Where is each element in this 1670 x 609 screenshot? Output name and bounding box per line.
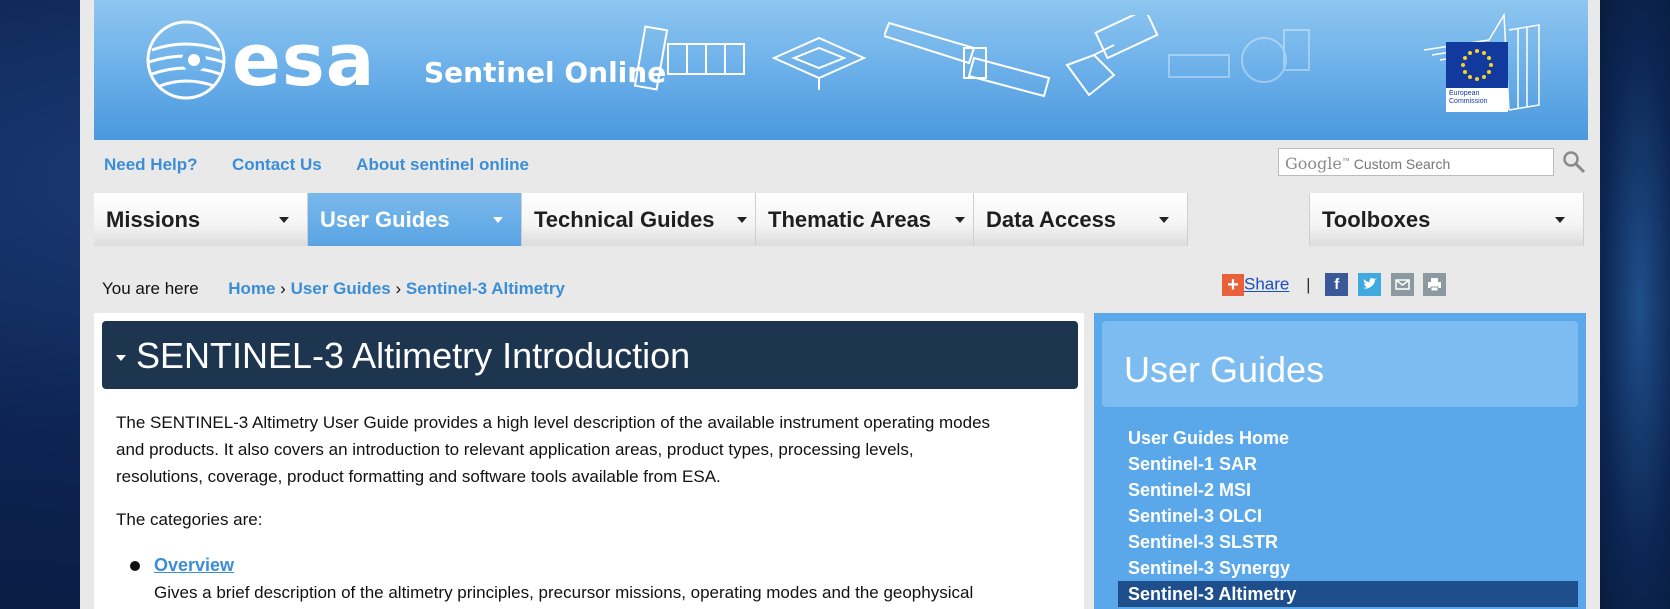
share-link[interactable]: Share [1244, 275, 1289, 294]
site-banner: esa Sentinel Online European Commission [94, 0, 1588, 140]
search-placeholder: Custom Search [1353, 156, 1451, 172]
nav-thematic-areas-label: Thematic Areas [768, 207, 932, 232]
breadcrumb-user-guides[interactable]: User Guides [291, 279, 391, 298]
nav-thematic-areas[interactable]: Thematic Areas [756, 193, 974, 246]
sidebar-item-sentinel-3-slstr[interactable]: Sentinel-3 SLSTR [1118, 529, 1578, 555]
facebook-icon[interactable]: f [1325, 273, 1349, 296]
satellite-icon [771, 36, 867, 90]
esa-logo-text[interactable]: esa [232, 18, 375, 102]
chevron-down-icon [279, 217, 289, 223]
nav-toolboxes-label: Toolboxes [1322, 207, 1431, 232]
site-title[interactable]: Sentinel Online [424, 56, 666, 89]
nav-data-access[interactable]: Data Access [974, 193, 1188, 246]
twitter-icon[interactable] [1358, 273, 1381, 296]
share-separator: | [1306, 274, 1311, 294]
section-title-bar[interactable]: SENTINEL-3 Altimetry Introduction [102, 321, 1078, 389]
satellite-icon [884, 21, 1051, 98]
nav-missions-label: Missions [106, 207, 201, 232]
sidebar-item-sentinel-3-synergy[interactable]: Sentinel-3 Synergy [1118, 555, 1578, 581]
share-plus-icon[interactable]: + [1222, 273, 1244, 296]
email-icon[interactable] [1390, 273, 1414, 296]
nav-user-guides[interactable]: User Guides [308, 193, 522, 246]
nav-data-access-label: Data Access [986, 207, 1117, 232]
nav-toolboxes[interactable]: Toolboxes [1309, 193, 1584, 246]
print-icon[interactable] [1423, 273, 1447, 296]
sidebar: User Guides User Guides Home Sentinel-1 … [1094, 313, 1586, 609]
overview-link[interactable]: Overview [154, 555, 234, 576]
contact-us-link[interactable]: Contact Us [232, 155, 322, 174]
background-right [1595, 0, 1670, 609]
bullet-icon [130, 561, 140, 571]
sidebar-list: User Guides Home Sentinel-1 SAR Sentinel… [1118, 425, 1578, 607]
top-links: Need Help? Contact Us About sentinel onl… [104, 155, 559, 175]
sidebar-item-sentinel-2-msi[interactable]: Sentinel-2 MSI [1118, 477, 1578, 503]
main-nav: Missions User Guides Technical Guides Th… [94, 193, 1590, 246]
nav-missions[interactable]: Missions [94, 193, 308, 246]
eu-flag-icon [1446, 42, 1508, 88]
breadcrumb-current[interactable]: Sentinel-3 Altimetry [406, 279, 565, 298]
overview-description: Gives a brief description of the altimet… [154, 583, 974, 602]
breadcrumb-separator: › [280, 279, 286, 298]
collapse-caret-icon[interactable] [116, 355, 126, 362]
share-bar: + Share | f [1222, 273, 1451, 296]
nav-technical-guides-label: Technical Guides [534, 207, 715, 232]
chevron-down-icon [1555, 217, 1565, 223]
breadcrumb-separator: › [395, 279, 402, 298]
intro-line: The SENTINEL-3 Altimetry User Guide prov… [116, 413, 991, 432]
sidebar-title: User Guides [1102, 321, 1578, 407]
satellite-icon [1168, 29, 1310, 83]
satellite-icon [1065, 15, 1159, 97]
sidebar-item-user-guides-home[interactable]: User Guides Home [1118, 425, 1578, 451]
intro-line: and products. It also covers an introduc… [116, 440, 914, 459]
chevron-down-icon [737, 217, 747, 223]
about-link[interactable]: About sentinel online [356, 155, 529, 174]
ec-label: European Commission [1446, 88, 1508, 112]
page-title: SENTINEL-3 Altimetry Introduction [136, 335, 691, 376]
nav-technical-guides[interactable]: Technical Guides [522, 193, 756, 246]
main-content: SENTINEL-3 Altimetry Introduction The SE… [94, 313, 1084, 609]
intro-paragraph: The SENTINEL-3 Altimetry User Guide prov… [116, 409, 1076, 490]
nav-user-guides-label: User Guides [320, 207, 450, 232]
breadcrumb: You are here Home › User Guides › Sentin… [102, 279, 565, 299]
esa-globe-icon[interactable] [144, 18, 228, 102]
search-input[interactable]: Google™ Custom Search [1278, 148, 1554, 176]
categories-label: The categories are: [116, 510, 263, 529]
sidebar-item-sentinel-3-altimetry[interactable]: Sentinel-3 Altimetry [1118, 581, 1578, 607]
need-help-link[interactable]: Need Help? [104, 155, 198, 174]
intro-line: resolutions, coverage, product formattin… [116, 467, 721, 486]
breadcrumb-prefix: You are here [102, 279, 199, 298]
search-icon[interactable] [1562, 150, 1586, 174]
google-brand: Google [1285, 154, 1342, 173]
sidebar-item-sentinel-1-sar[interactable]: Sentinel-1 SAR [1118, 451, 1578, 477]
chevron-down-icon [955, 217, 965, 223]
chevron-down-icon [1159, 217, 1169, 223]
satellite-icon [634, 25, 745, 91]
sidebar-item-sentinel-3-olci[interactable]: Sentinel-3 OLCI [1118, 503, 1578, 529]
page: esa Sentinel Online European Commission … [80, 0, 1600, 609]
breadcrumb-home[interactable]: Home [228, 279, 275, 298]
chevron-down-icon [493, 217, 503, 223]
google-tm: ™ [1341, 156, 1350, 166]
